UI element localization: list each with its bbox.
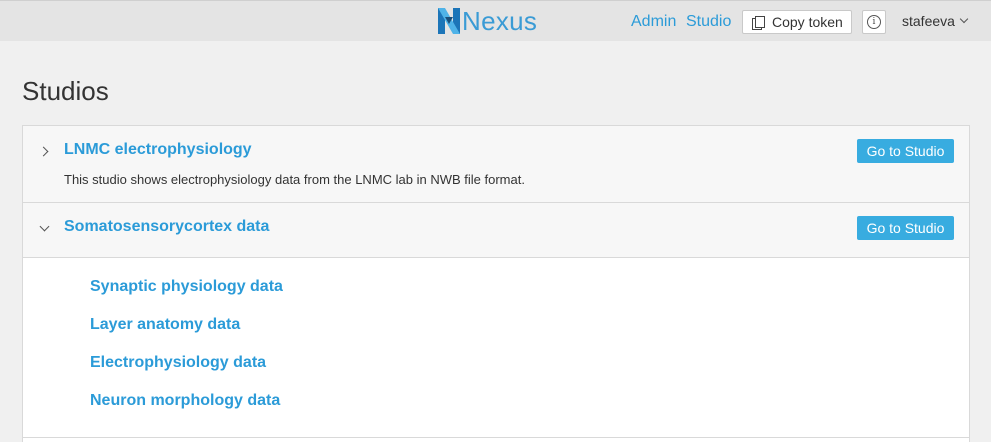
studio-description: This studio shows electrophysiology data… bbox=[64, 172, 525, 187]
workspace-link[interactable]: Synaptic physiology data bbox=[90, 277, 283, 297]
chevron-down-icon bbox=[959, 14, 969, 24]
copy-token-button[interactable]: Copy token bbox=[742, 10, 852, 34]
workspace-link[interactable]: Electrophysiology data bbox=[90, 353, 266, 373]
go-to-studio-button[interactable]: Go to Studio bbox=[857, 139, 954, 163]
workspace-link[interactable]: Layer anatomy data bbox=[90, 315, 240, 335]
username: stafeeva bbox=[902, 13, 955, 29]
workspace-list: Synaptic physiology data Layer anatomy d… bbox=[23, 258, 969, 438]
page-title: Studios bbox=[22, 76, 109, 106]
studio-row[interactable]: LNMC electrophysiology This studio shows… bbox=[23, 126, 969, 203]
workspace-link[interactable]: Neuron morphology data bbox=[90, 391, 280, 411]
nexus-logo-icon bbox=[438, 8, 460, 34]
admin-link[interactable]: Admin bbox=[631, 12, 676, 32]
go-to-studio-button[interactable]: Go to Studio bbox=[857, 216, 954, 240]
studio-row[interactable]: Somatosensorycortex data Go to Studio bbox=[23, 203, 969, 258]
copy-icon bbox=[752, 15, 765, 30]
top-navigation-bar: Nexus Admin Studio Copy token i stafeeva bbox=[0, 0, 991, 41]
info-button[interactable]: i bbox=[862, 10, 886, 34]
studio-link[interactable]: Studio bbox=[686, 12, 731, 32]
logo-text: Nexus bbox=[462, 6, 538, 36]
studio-title-link[interactable]: Somatosensorycortex data bbox=[64, 217, 269, 237]
info-icon: i bbox=[867, 15, 881, 29]
chevron-down-icon[interactable] bbox=[39, 221, 50, 232]
copy-token-label: Copy token bbox=[772, 14, 843, 30]
nexus-logo[interactable]: Nexus bbox=[438, 7, 537, 35]
studios-list: LNMC electrophysiology This studio shows… bbox=[22, 125, 970, 442]
studio-title-link[interactable]: LNMC electrophysiology bbox=[64, 140, 252, 160]
user-menu[interactable]: stafeeva bbox=[902, 13, 969, 29]
chevron-right-icon[interactable] bbox=[38, 146, 49, 157]
